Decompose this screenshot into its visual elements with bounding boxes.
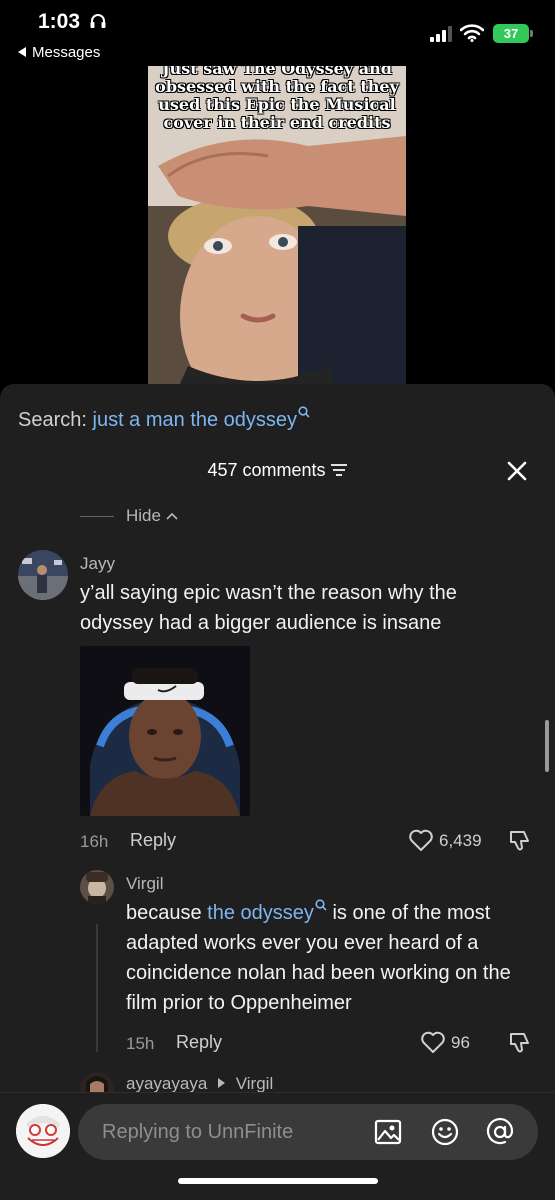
video-caption: Just saw The Odyssey and obsessed with t… (155, 66, 399, 132)
headphones-icon (90, 14, 106, 28)
comment-text: because the odyssey is one of the most a… (126, 898, 536, 1018)
hide-label: Hide (126, 506, 161, 525)
search-query-link[interactable]: just a man the odyssey (93, 409, 298, 431)
image-icon[interactable] (374, 1118, 402, 1146)
chevron-up-icon (166, 512, 178, 520)
back-arrow-icon (18, 47, 26, 57)
battery-cap (530, 30, 533, 37)
emoji-icon[interactable] (430, 1117, 460, 1147)
comment-count: 457 comments (207, 460, 326, 480)
filter-icon[interactable] (330, 463, 348, 477)
comment-text: y’all saying epic wasn’t the reason why … (80, 582, 457, 634)
comment-username[interactable]: ayayayaya (126, 1074, 207, 1093)
wifi-icon (460, 24, 484, 42)
reply-input[interactable]: Replying to UnnFinite (78, 1104, 538, 1160)
heart-icon[interactable] (408, 828, 434, 852)
avatar[interactable] (18, 550, 68, 600)
status-time: 1:03 (38, 10, 81, 33)
hide-replies-button[interactable]: Hide (80, 506, 178, 526)
scrollbar[interactable] (545, 720, 549, 772)
my-avatar (16, 1104, 70, 1158)
divider (80, 515, 114, 517)
comments-sheet: Search: just a man the odyssey 457 comme… (0, 384, 555, 1200)
thread-line (96, 924, 98, 1052)
back-to-messages[interactable]: Messages (18, 44, 100, 61)
reply-button[interactable]: Reply (130, 830, 176, 851)
comment-time: 15h (126, 1034, 155, 1053)
battery-indicator: 37 (493, 24, 529, 43)
reply-to-username[interactable]: Virgil (236, 1074, 273, 1093)
reply-button[interactable]: Reply (176, 1032, 222, 1053)
avatar[interactable] (80, 870, 114, 904)
comment-username[interactable]: Virgil (126, 874, 163, 894)
reply-arrow-icon (218, 1078, 226, 1088)
search-icon (298, 406, 310, 418)
comment-image[interactable] (80, 646, 250, 816)
comment-username[interactable]: Jayy (80, 554, 115, 574)
heart-icon[interactable] (420, 1030, 446, 1054)
search-icon (315, 899, 327, 911)
signal-icon (430, 26, 452, 42)
comment-text-start: because (126, 902, 208, 924)
like-count: 96 (451, 1033, 470, 1052)
search-suggestion[interactable]: Search: just a man the odyssey (18, 406, 310, 432)
reply-input-placeholder: Replying to UnnFinite (102, 1121, 294, 1143)
video-preview[interactable]: Just saw The Odyssey and obsessed with t… (148, 66, 406, 388)
search-term-link[interactable]: the odyssey (207, 902, 314, 924)
search-label: Search: (18, 409, 87, 431)
dislike-icon[interactable] (507, 1030, 533, 1056)
comment-count-header: 457 comments (0, 460, 555, 481)
comment-time: 16h (80, 832, 109, 851)
mention-icon[interactable] (485, 1117, 515, 1147)
like-count: 6,439 (439, 831, 482, 850)
home-indicator (178, 1178, 378, 1184)
status-bar: 1:03 Messages 37 (0, 0, 555, 66)
dislike-icon[interactable] (507, 828, 533, 854)
close-icon[interactable] (504, 458, 530, 484)
reply-header: ayayayaya Virgil (126, 1074, 273, 1094)
back-label: Messages (32, 44, 101, 61)
